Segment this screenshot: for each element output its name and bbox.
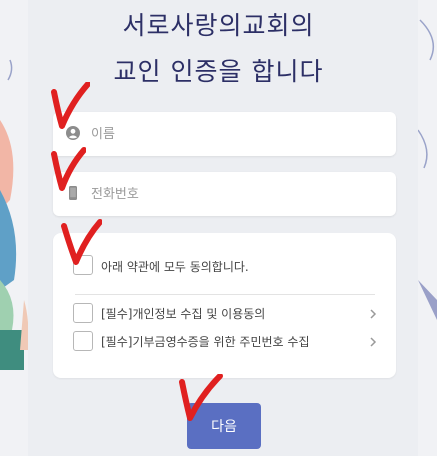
next-button[interactable]: 다음 bbox=[187, 403, 261, 449]
page-title-line1: 서로사랑의교회의 bbox=[122, 11, 315, 40]
agree-all-checkbox[interactable] bbox=[73, 255, 93, 275]
chevron-right-icon[interactable] bbox=[367, 308, 379, 320]
name-input[interactable] bbox=[91, 112, 381, 156]
agree-resident-number-label: [필수]기부금영수증을 위한 주민번호 수집 bbox=[101, 335, 310, 349]
agreement-card: 아래 약관에 모두 동의합니다. [필수]개인정보 수집 및 이용동의 [필수]… bbox=[53, 233, 396, 378]
phone-field[interactable] bbox=[53, 172, 396, 216]
page-title-line2: 교인 인증을 합니다 bbox=[113, 57, 324, 86]
phone-input[interactable] bbox=[91, 172, 381, 216]
person-icon bbox=[66, 126, 80, 140]
agree-resident-number-checkbox[interactable] bbox=[73, 331, 93, 351]
agree-all-label: 아래 약관에 모두 동의합니다. bbox=[101, 260, 249, 274]
agree-privacy-checkbox[interactable] bbox=[73, 303, 93, 323]
phone-icon bbox=[69, 186, 77, 200]
chevron-right-icon[interactable] bbox=[367, 336, 379, 348]
agree-privacy-label: [필수]개인정보 수집 및 이용동의 bbox=[101, 307, 266, 321]
name-field[interactable] bbox=[53, 112, 396, 156]
divider bbox=[75, 294, 375, 295]
